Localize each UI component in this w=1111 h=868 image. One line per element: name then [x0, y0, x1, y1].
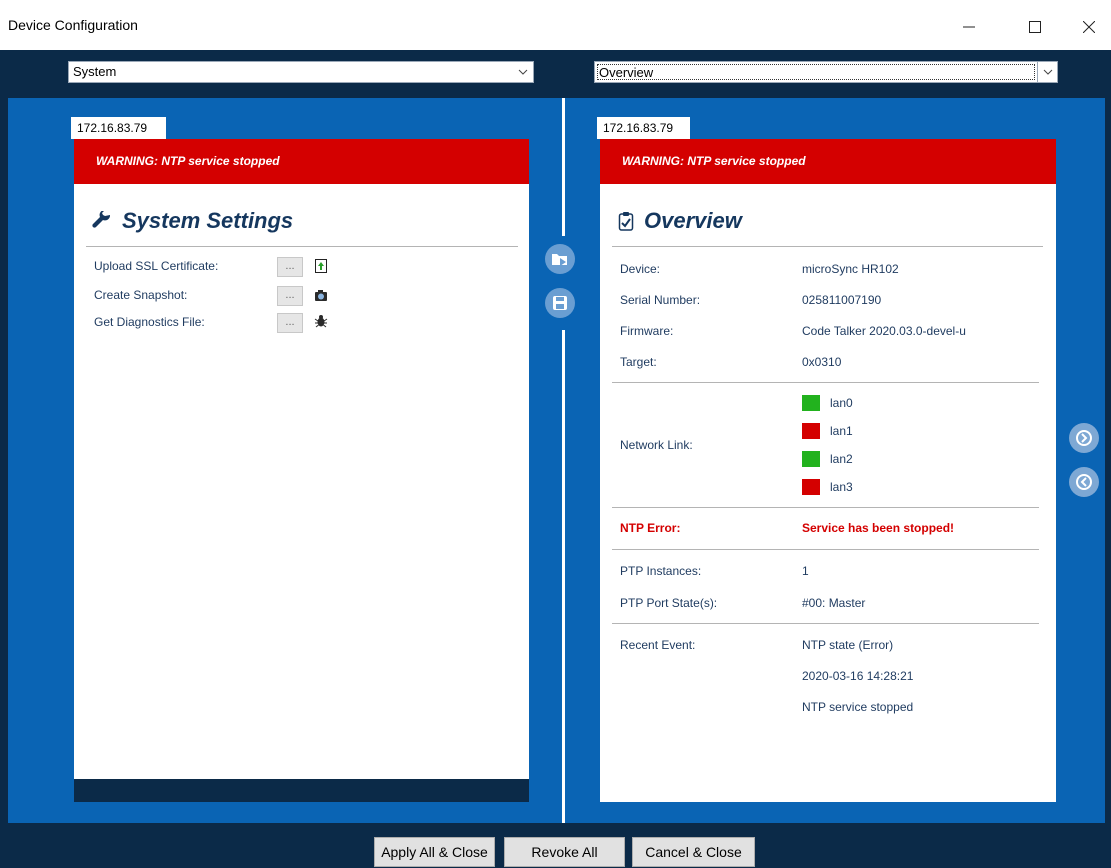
previous-device-button[interactable]: [1069, 467, 1099, 497]
target-value: 0x0310: [802, 355, 842, 369]
warning-banner: WARNING: NTP service stopped: [74, 139, 529, 184]
ntp-error-value: Service has been stopped!: [802, 521, 955, 535]
recent-event-state: NTP state (Error): [802, 638, 894, 652]
link-status-lan1: lan1: [802, 423, 853, 439]
splitter-line-bottom: [562, 465, 565, 823]
chevron-down-icon: [1043, 69, 1053, 75]
close-icon: [1083, 21, 1095, 33]
upload-file-icon[interactable]: [314, 259, 328, 273]
next-device-button[interactable]: [1069, 423, 1099, 453]
view-select[interactable]: Overview: [594, 61, 1058, 83]
overview-heading: Overview: [644, 208, 742, 233]
section-divider: [612, 507, 1039, 508]
apply-all-close-button[interactable]: Apply All & Close: [374, 837, 495, 867]
splitter-line-top: [562, 98, 565, 236]
recent-event-label: Recent Event:: [620, 638, 696, 652]
panel-splitter[interactable]: [557, 98, 569, 823]
window-title: Device Configuration: [8, 17, 138, 33]
ptp-instances-label: PTP Instances:: [620, 564, 702, 578]
arrow-right-icon: [1076, 430, 1092, 446]
save-icon: [553, 296, 567, 310]
view-select-dropdown[interactable]: [1037, 62, 1057, 82]
bug-icon[interactable]: [314, 314, 328, 328]
page-title: System Settings: [92, 208, 293, 234]
link-status-indicator: [802, 479, 820, 495]
section-select[interactable]: System: [68, 61, 534, 83]
create-snapshot-label: Create Snapshot:: [94, 288, 188, 302]
target-label: Target:: [620, 355, 657, 369]
left-device-tab[interactable]: 172.16.83.79: [71, 117, 166, 139]
chevron-down-icon: [518, 69, 528, 75]
arrow-left-icon: [1076, 474, 1092, 490]
section-divider: [612, 549, 1039, 550]
section-divider: [612, 382, 1039, 383]
link-status-lan2: lan2: [802, 451, 853, 467]
ntp-error-label: NTP Error:: [620, 521, 681, 535]
device-label: Device:: [620, 262, 661, 276]
save-config-button[interactable]: [545, 288, 575, 318]
warning-banner: WARNING: NTP service stopped: [600, 139, 1056, 184]
link-status-indicator: [802, 423, 820, 439]
recent-event-timestamp: 2020-03-16 14:28:21: [802, 669, 914, 683]
link-status-indicator: [802, 451, 820, 467]
heading-divider: [86, 246, 518, 247]
ptp-port-label: PTP Port State(s):: [620, 596, 718, 610]
link-status-lan0: lan0: [802, 395, 853, 411]
link-name: lan1: [830, 424, 853, 438]
close-button[interactable]: [1066, 12, 1111, 42]
serial-label: Serial Number:: [620, 293, 701, 307]
wrench-icon: [92, 211, 111, 228]
minimize-button[interactable]: [946, 12, 992, 42]
camera-icon[interactable]: [314, 288, 328, 302]
page-title: Overview: [618, 208, 742, 234]
right-device-tab[interactable]: 172.16.83.79: [597, 117, 690, 139]
minimize-icon: [963, 26, 975, 28]
panel-footer: [74, 779, 529, 802]
load-config-button[interactable]: [545, 244, 575, 274]
create-snapshot-button[interactable]: ...: [277, 286, 303, 306]
recent-event-message: NTP service stopped: [802, 700, 914, 714]
folder-open-icon: [552, 254, 567, 266]
section-select-value: System: [73, 64, 117, 79]
link-status-indicator: [802, 395, 820, 411]
ptp-port-value: #00: Master: [802, 596, 866, 610]
upload-ssl-label: Upload SSL Certificate:: [94, 259, 219, 273]
heading-divider: [612, 246, 1043, 247]
system-settings-panel: [74, 139, 529, 802]
splitter-line-mid: [562, 330, 565, 465]
clipboard-check-icon: [618, 212, 634, 231]
firmware-label: Firmware:: [620, 324, 674, 338]
serial-value: 025811007190: [802, 293, 882, 307]
ptp-instances-value: 1: [802, 564, 809, 578]
section-divider: [612, 623, 1039, 624]
diagnostics-label: Get Diagnostics File:: [94, 315, 205, 329]
link-name: lan2: [830, 452, 853, 466]
maximize-icon: [1029, 21, 1041, 33]
link-name: lan0: [830, 396, 853, 410]
device-value: microSync HR102: [802, 262, 899, 276]
view-select-value: Overview: [597, 64, 1035, 80]
link-name: lan3: [830, 480, 853, 494]
network-link-label: Network Link:: [620, 438, 693, 452]
link-status-lan3: lan3: [802, 479, 853, 495]
upload-ssl-button[interactable]: ...: [277, 257, 303, 277]
get-diagnostics-button[interactable]: ...: [277, 313, 303, 333]
maximize-button[interactable]: [1012, 12, 1058, 42]
revoke-all-button[interactable]: Revoke All: [504, 837, 625, 867]
system-settings-heading: System Settings: [122, 208, 294, 233]
title-bar: Device Configuration: [0, 0, 1111, 50]
cancel-close-button[interactable]: Cancel & Close: [632, 837, 755, 867]
firmware-value: Code Talker 2020.03.0-devel-u: [802, 324, 966, 338]
